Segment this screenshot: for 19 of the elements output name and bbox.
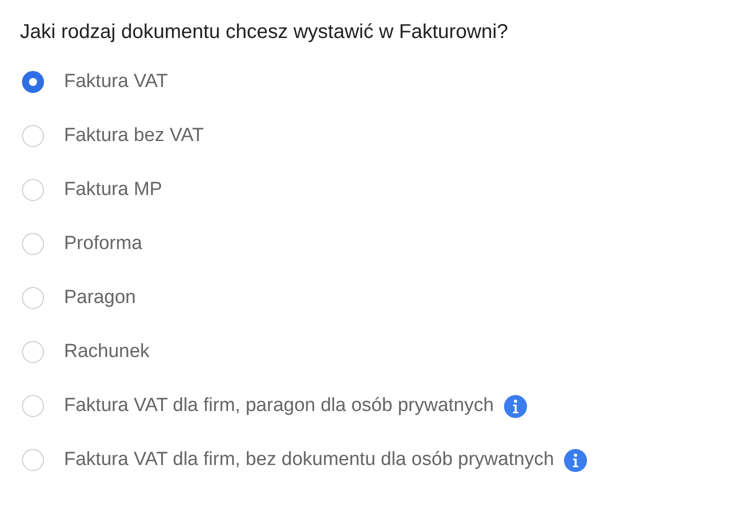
radio-button[interactable] xyxy=(22,125,44,147)
radio-button[interactable] xyxy=(22,341,44,363)
option-label[interactable]: Faktura bez VAT xyxy=(64,125,204,147)
info-icon[interactable] xyxy=(504,394,527,418)
radio-button[interactable] xyxy=(22,71,44,93)
info-icon[interactable] xyxy=(564,448,588,472)
option-label[interactable]: Proforma xyxy=(64,233,142,255)
radio-button[interactable] xyxy=(22,233,44,255)
radio-button[interactable] xyxy=(22,395,44,417)
option-label[interactable]: Rachunek xyxy=(64,341,150,363)
question-text: Jaki rodzaj dokumentu chcesz wystawić w Fakturowni? xyxy=(20,20,509,45)
radio-button[interactable] xyxy=(22,449,44,471)
option-label[interactable]: Faktura VAT xyxy=(64,71,168,93)
radio-button[interactable] xyxy=(22,179,44,201)
radio-button[interactable] xyxy=(22,287,44,309)
option-label[interactable]: Faktura MP xyxy=(64,179,162,201)
option-label[interactable]: Faktura VAT dla firm, paragon dla osób prywatnych xyxy=(64,395,494,417)
option-label[interactable]: Paragon xyxy=(64,287,136,309)
option-label[interactable]: Faktura VAT dla firm, bez dokumentu dla osób prywatnych xyxy=(64,449,554,471)
